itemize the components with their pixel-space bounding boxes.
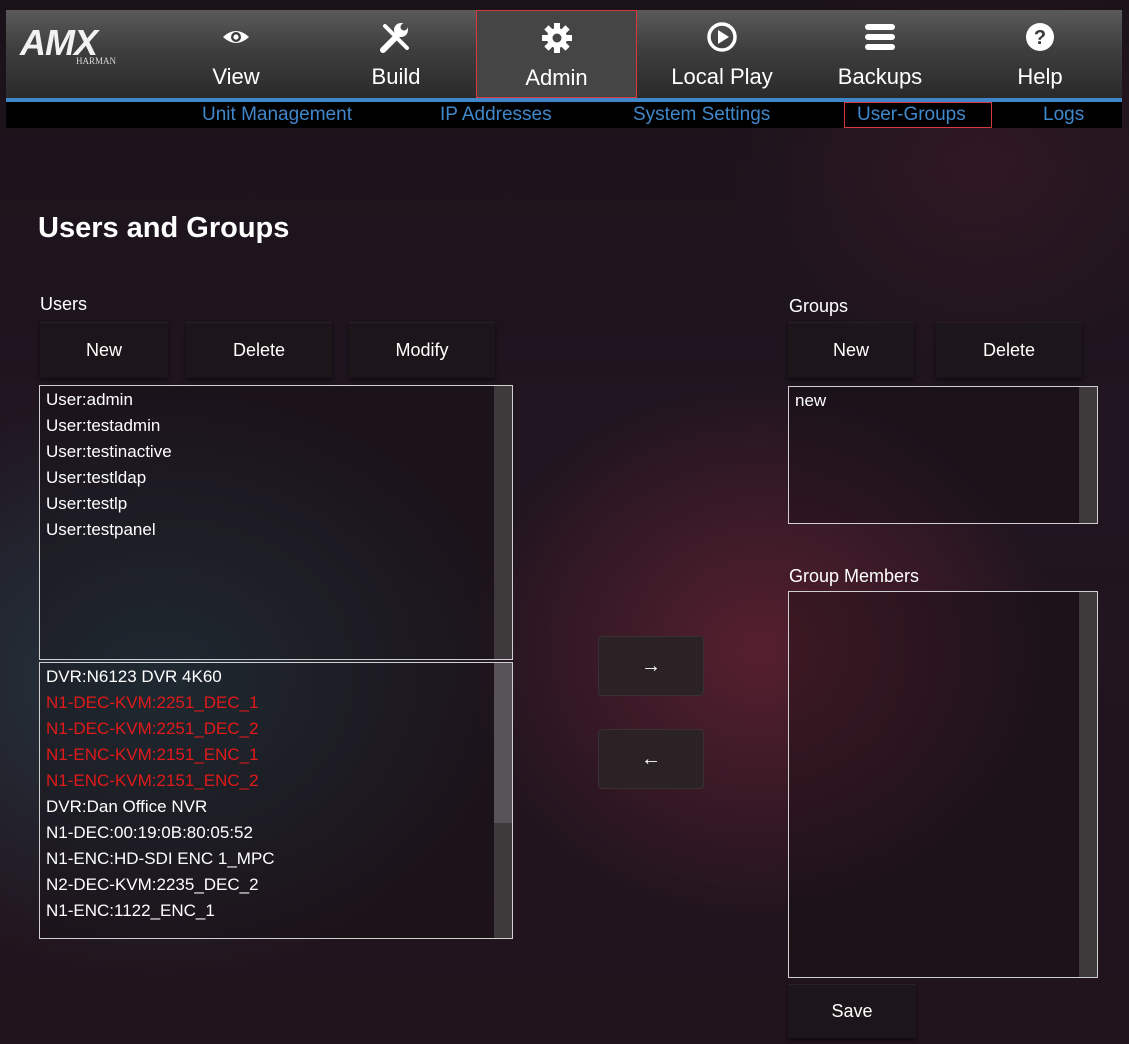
list-item[interactable]: N2-DEC-KVM:2235_DEC_2 [40, 872, 512, 898]
nav-backups-label: Backups [837, 64, 923, 89]
play-circle-icon [652, 20, 792, 54]
users-label: Users [40, 294, 88, 314]
new-group-button[interactable]: New [788, 322, 914, 378]
nav-build[interactable]: Build [332, 10, 460, 98]
nav-view-label: View [212, 64, 260, 89]
list-item[interactable]: User:testinactive [40, 439, 512, 465]
delete-user-button[interactable]: Delete [186, 322, 332, 378]
group-members-label: Group Members [789, 566, 920, 586]
list-item[interactable]: N1-DEC-KVM:2251_DEC_1 [40, 690, 512, 716]
users-list-items: User:admin User:testadmin User:testinact… [40, 386, 512, 543]
list-item[interactable]: DVR:Dan Office NVR [40, 794, 512, 820]
subnav-unit-management[interactable]: Unit Management [202, 102, 352, 128]
svg-text:?: ? [1034, 27, 1046, 49]
nav-help-label: Help [1017, 64, 1063, 89]
logo-sub: HARMAN [76, 56, 117, 66]
list-item[interactable]: User:admin [40, 387, 512, 413]
subnav-system-settings[interactable]: System Settings [633, 102, 770, 128]
group-members-list-scrollbar[interactable] [1079, 592, 1097, 977]
list-item[interactable]: N1-ENC:HD-SDI ENC 1_MPC [40, 846, 512, 872]
list-item[interactable]: N1-ENC:1122_ENC_1 [40, 898, 512, 924]
devices-list[interactable]: DVR:N6123 DVR 4K60 N1-DEC-KVM:2251_DEC_1… [39, 662, 513, 939]
subnav-logs[interactable]: Logs [1043, 102, 1084, 128]
add-to-group-button[interactable]: → [598, 636, 704, 696]
amx-logo: AMX HARMAN [14, 18, 144, 78]
subnav-user-groups[interactable]: User-Groups [844, 102, 992, 128]
users-list[interactable]: User:admin User:testadmin User:testinact… [39, 385, 513, 660]
devices-list-items: DVR:N6123 DVR 4K60 N1-DEC-KVM:2251_DEC_1… [40, 663, 512, 924]
page-title: Users and Groups [38, 212, 290, 244]
groups-list[interactable]: new [788, 386, 1098, 524]
remove-from-group-button[interactable]: ← [598, 729, 704, 789]
list-item[interactable]: User:testadmin [40, 413, 512, 439]
delete-group-button[interactable]: Delete [936, 322, 1082, 378]
list-item[interactable]: N1-DEC-KVM:2251_DEC_2 [40, 716, 512, 742]
save-button[interactable]: Save [788, 984, 916, 1038]
list-item[interactable]: User:testldap [40, 465, 512, 491]
help-icon: ? [980, 20, 1100, 54]
groups-label: Groups [789, 296, 849, 316]
gear-icon [477, 21, 636, 55]
groups-list-items: new [789, 387, 1097, 414]
nav-admin-label: Admin [525, 65, 588, 90]
modify-user-button[interactable]: Modify [349, 322, 495, 378]
menu-icon [810, 20, 950, 54]
groups-list-scrollbar[interactable] [1079, 387, 1097, 523]
list-item[interactable]: DVR:N6123 DVR 4K60 [40, 664, 512, 690]
list-item[interactable]: new [789, 388, 1097, 414]
users-list-scrollbar[interactable] [494, 386, 512, 659]
list-item[interactable]: N1-DEC:00:19:0B:80:05:52 [40, 820, 512, 846]
new-user-button[interactable]: New [40, 322, 168, 378]
nav-view[interactable]: View [172, 10, 300, 98]
group-members-list[interactable] [788, 591, 1098, 978]
nav-build-label: Build [371, 64, 421, 89]
list-item[interactable]: User:testlp [40, 491, 512, 517]
nav-backups[interactable]: Backups [810, 10, 950, 98]
devices-list-scroll-thumb[interactable] [494, 663, 512, 823]
nav-local-play[interactable]: Local Play [652, 10, 792, 98]
eye-icon [172, 20, 300, 54]
subnav-ip-addresses[interactable]: IP Addresses [440, 102, 552, 128]
tools-icon [332, 20, 460, 54]
nav-admin[interactable]: Admin [476, 10, 637, 98]
nav-local-play-label: Local Play [671, 64, 773, 89]
devices-list-scrollbar[interactable] [494, 663, 512, 938]
list-item[interactable]: N1-ENC-KVM:2151_ENC_2 [40, 768, 512, 794]
nav-help[interactable]: ? Help [980, 10, 1100, 98]
list-item[interactable]: N1-ENC-KVM:2151_ENC_1 [40, 742, 512, 768]
list-item[interactable]: User:testpanel [40, 517, 512, 543]
